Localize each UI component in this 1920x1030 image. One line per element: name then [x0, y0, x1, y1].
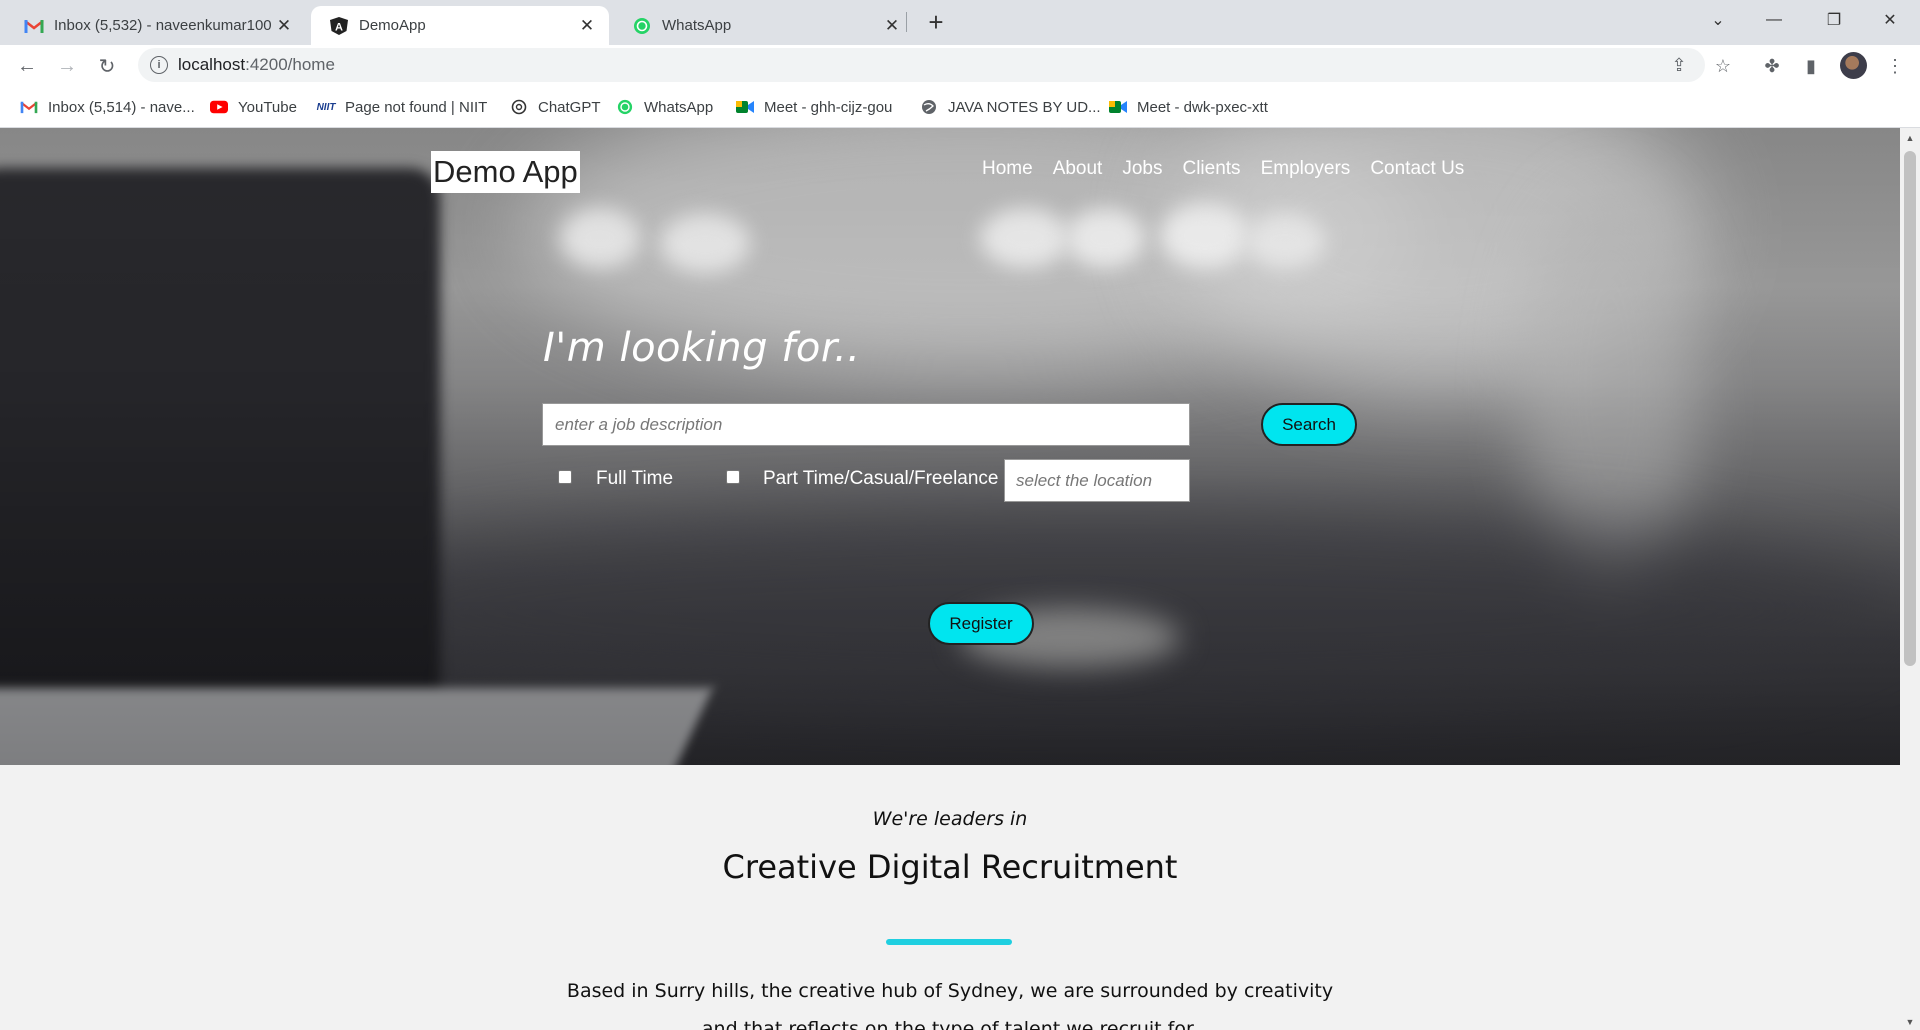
bookmark-item[interactable]: Meet - ghh-cijz-gou [736, 96, 892, 118]
tab-strip: Inbox (5,532) - naveenkumar100 ✕ A DemoA… [0, 0, 1920, 45]
bookmark-item[interactable]: YouTube [210, 96, 297, 118]
hero-section: Demo App Home About Jobs Clients Employe… [0, 128, 1900, 765]
bookmark-label: Page not found | NIIT [345, 98, 488, 116]
nav-contact-us[interactable]: Contact Us [1370, 158, 1464, 180]
bookmark-item[interactable]: WhatsApp [616, 96, 713, 118]
bookmark-label: JAVA NOTES BY UD... [948, 98, 1101, 116]
tab-separator [906, 12, 907, 32]
site-info-icon[interactable]: i [150, 56, 168, 74]
svg-text:A: A [335, 21, 343, 33]
window-close-icon[interactable]: ✕ [1862, 0, 1918, 40]
nav-employers[interactable]: Employers [1261, 158, 1351, 180]
back-icon[interactable]: ← [12, 51, 42, 81]
bookmark-star-icon[interactable]: ☆ [1712, 55, 1734, 77]
profile-avatar[interactable] [1840, 52, 1867, 79]
search-heading: I'm looking for.. [543, 325, 861, 371]
angular-icon: A [329, 16, 349, 36]
bookmark-label: YouTube [238, 98, 297, 116]
part-time-label: Part Time/Casual/Freelance [763, 468, 999, 489]
tab-gmail[interactable]: Inbox (5,532) - naveenkumar100 ✕ [6, 6, 306, 45]
tab-whatsapp[interactable]: WhatsApp ✕ [614, 6, 914, 45]
url-path: :4200/home [245, 55, 335, 74]
section-headline: Creative Digital Recruitment [722, 848, 1178, 886]
url-host: localhost [178, 55, 246, 74]
browser-toolbar: ← → ↻ i localhost:4200/home ⇪ ☆ ✤ ▮ ⋮ [0, 45, 1920, 86]
page-viewport: Demo App Home About Jobs Clients Employe… [0, 128, 1900, 1030]
address-bar[interactable]: i localhost:4200/home ⇪ [138, 48, 1705, 82]
page-scrollbar[interactable]: ▲ ▼ [1900, 128, 1920, 1030]
tab-title: DemoApp [359, 17, 426, 34]
full-time-label: Full Time [596, 468, 674, 489]
whatsapp-icon [616, 99, 634, 115]
menu-icon[interactable]: ⋮ [1884, 55, 1906, 77]
leaders-tagline: We're leaders in [872, 808, 1028, 830]
tab-demoapp[interactable]: A DemoApp ✕ [311, 6, 609, 45]
globe-icon [920, 99, 938, 115]
share-icon[interactable]: ⇪ [1668, 54, 1690, 76]
main-nav: Home About Jobs Clients Employers Contac… [982, 158, 1464, 180]
extensions-icon[interactable]: ✤ [1761, 55, 1783, 77]
scroll-down-icon[interactable]: ▼ [1904, 1016, 1916, 1028]
close-icon[interactable]: ✕ [272, 14, 296, 38]
nav-clients[interactable]: Clients [1182, 158, 1240, 180]
bookmark-label: Meet - ghh-cijz-gou [764, 98, 893, 116]
meet-icon [736, 99, 754, 115]
bookmark-item[interactable]: Inbox (5,514) - nave... [20, 96, 195, 118]
tab-search-icon[interactable]: ⌄ [1690, 0, 1746, 40]
gmail-icon [24, 16, 44, 36]
part-time-checkbox[interactable] [726, 470, 740, 484]
search-button[interactable]: Search [1261, 403, 1357, 446]
nav-home[interactable]: Home [982, 158, 1033, 180]
bookmark-item[interactable]: JAVA NOTES BY UD... [920, 96, 1101, 118]
chatgpt-icon [510, 99, 528, 115]
forward-icon[interactable]: → [52, 51, 82, 81]
side-panel-icon[interactable]: ▮ [1800, 55, 1822, 77]
nav-jobs[interactable]: Jobs [1122, 158, 1162, 180]
register-button[interactable]: Register [928, 602, 1034, 645]
minimize-icon[interactable]: — [1746, 0, 1802, 40]
reload-icon[interactable]: ↻ [92, 51, 122, 81]
location-input[interactable]: select the location [1004, 459, 1190, 502]
niit-icon: NIIT [316, 101, 336, 113]
bookmark-item[interactable]: ChatGPT [510, 96, 601, 118]
url-text[interactable]: localhost:4200/home [178, 55, 335, 75]
bookmark-item[interactable]: Meet - dwk-pxec-xtt [1109, 96, 1268, 118]
bookmark-label: ChatGPT [538, 98, 601, 116]
bg-decor [0, 128, 1900, 765]
bookmark-label: WhatsApp [644, 98, 714, 116]
scroll-thumb[interactable] [1904, 151, 1916, 666]
whatsapp-icon [632, 16, 652, 36]
about-blurb: Based in Surry hills, the creative hub o… [566, 980, 1334, 1002]
youtube-icon [210, 99, 228, 115]
about-blurb-continued: and that reflects on the type of talent … [701, 1018, 1199, 1030]
scroll-up-icon[interactable]: ▲ [1904, 132, 1916, 144]
full-time-checkbox[interactable] [558, 470, 572, 484]
tab-title: Inbox (5,532) - naveenkumar100 [54, 17, 272, 34]
bookmarks-bar: Inbox (5,514) - nave... YouTube NIIT Page… [0, 86, 1920, 128]
gmail-icon [20, 99, 38, 115]
restore-icon[interactable]: ❐ [1806, 0, 1862, 40]
bookmark-label: Inbox (5,514) - nave... [48, 98, 195, 116]
bookmark-label: Meet - dwk-pxec-xtt [1137, 98, 1268, 116]
close-icon[interactable]: ✕ [575, 14, 599, 38]
close-icon[interactable]: ✕ [880, 14, 904, 38]
accent-divider [886, 939, 1012, 945]
tab-title: WhatsApp [662, 17, 732, 34]
job-description-input[interactable]: enter a job description [542, 403, 1190, 446]
meet-icon [1109, 99, 1127, 115]
new-tab-button[interactable]: + [922, 7, 950, 37]
bookmark-item[interactable]: NIIT Page not found | NIIT [316, 96, 488, 118]
brand-logo[interactable]: Demo App [431, 151, 580, 193]
nav-about[interactable]: About [1053, 158, 1103, 180]
